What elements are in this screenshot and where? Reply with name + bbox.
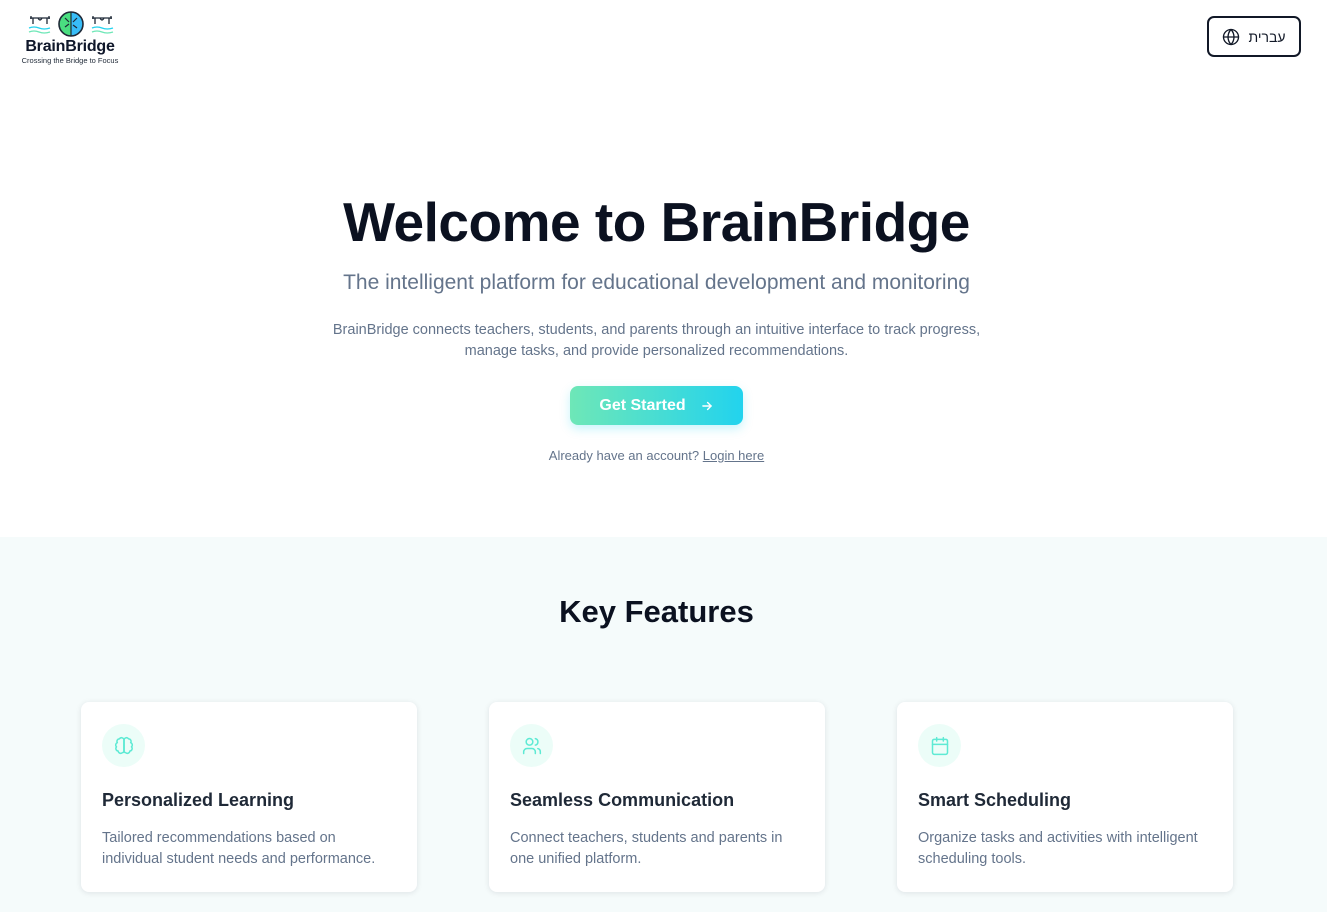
- feature-title: Smart Scheduling: [918, 790, 1072, 810]
- globe-icon: [1223, 28, 1240, 45]
- feature-title: Seamless Communication: [510, 790, 735, 810]
- features-title: Key Features: [559, 594, 754, 629]
- brain-icon: [114, 736, 133, 754]
- get-started-button[interactable]: Get Started: [570, 386, 743, 425]
- feature-card-smart-scheduling: Smart Scheduling Organize tasks and acti…: [897, 702, 1233, 892]
- logo-tagline: Crossing the Bridge to Focus: [21, 56, 119, 65]
- feature-icon-badge: [510, 724, 553, 767]
- feature-card-personalized-learning: Personalized Learning Tailored recommend…: [81, 702, 417, 892]
- brainbridge-logo[interactable]: BrainBridge Crossing the Bridge to Focus: [14, 10, 126, 66]
- users-icon: [522, 737, 541, 754]
- feature-icon-badge: [102, 724, 145, 767]
- calendar-icon: [931, 736, 948, 755]
- site-header: BrainBridge Crossing the Bridge to Focus…: [0, 0, 1327, 80]
- arrow-right-icon: [701, 401, 712, 410]
- hero-title: Welcome to BrainBridge: [343, 191, 970, 253]
- language-toggle-button[interactable]: עברית: [1207, 16, 1301, 57]
- login-prompt: Already have an account? Login here: [0, 448, 1313, 463]
- login-prompt-text: Already have an account?: [548, 448, 700, 463]
- landing-page: BrainBridge Crossing the Bridge to Focus…: [0, 0, 1327, 912]
- language-button-label: עברית: [1248, 28, 1286, 45]
- logo-name: BrainBridge: [25, 38, 115, 55]
- feature-description: Tailored recommendations based on indivi…: [102, 830, 376, 867]
- login-link[interactable]: Login here: [703, 448, 764, 463]
- feature-description: Organize tasks and activities with intel…: [918, 830, 1198, 867]
- hero-description: BrainBridge connects teachers, students,…: [332, 322, 981, 359]
- features-section: Key Features Personalized Learning Tailo…: [0, 537, 1327, 912]
- get-started-label: Get Started: [599, 396, 686, 414]
- feature-icon-badge: [918, 724, 961, 767]
- logo-brain-bridge-icon: [28, 11, 114, 37]
- feature-card-seamless-communication: Seamless Communication Connect teachers,…: [489, 702, 825, 892]
- feature-title: Personalized Learning: [102, 790, 295, 810]
- feature-description: Connect teachers, students and parents i…: [510, 830, 783, 867]
- hero-subtitle: The intelligent platform for educational…: [343, 271, 970, 294]
